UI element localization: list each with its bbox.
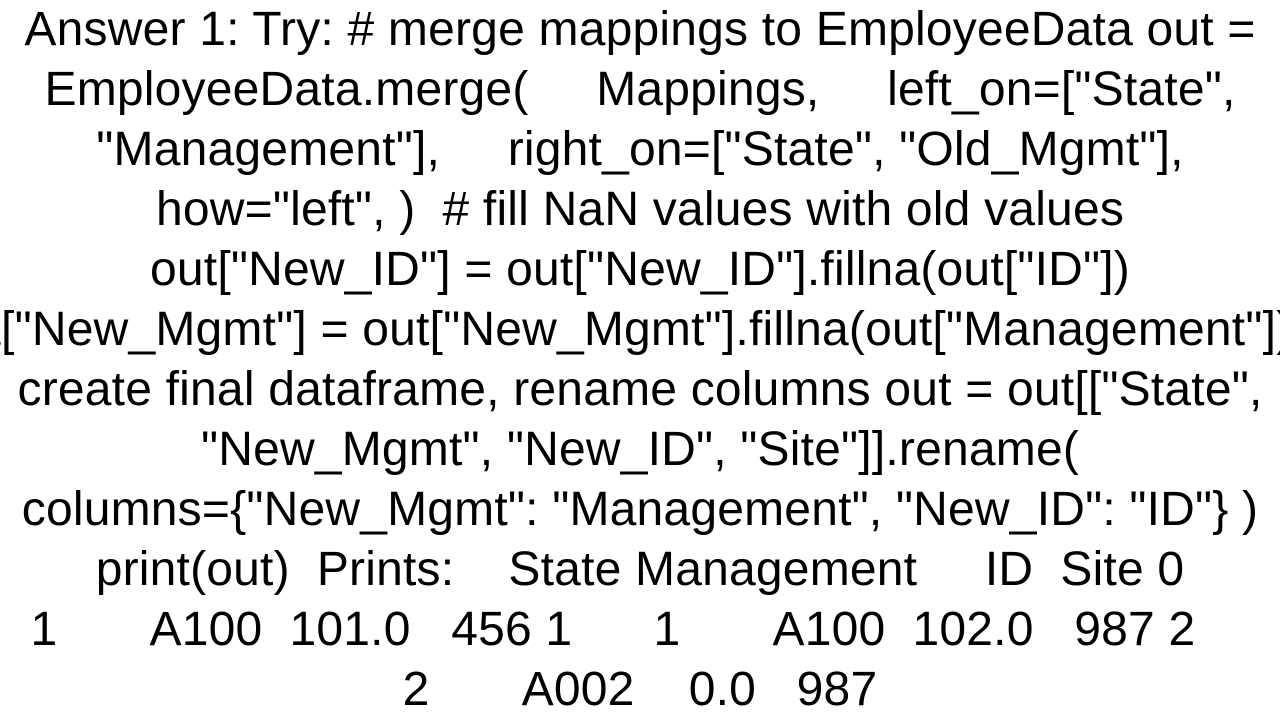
text-line: create final dataframe, rename columns o… [0,360,1280,420]
text-line: columns={"New_Mgmt": "Management", "New_… [0,480,1280,540]
text-line: how="left", ) # fill NaN values with old… [0,180,1280,240]
text-line: out["New_ID"] = out["New_ID"].fillna(out… [0,240,1280,300]
answer-text-block: Answer 1: Try: # merge mappings to Emplo… [0,0,1280,720]
answer-body: Answer 1: Try: # merge mappings to Emplo… [0,0,1280,720]
text-line: 1 A100 101.0 456 1 1 A100 102.0 987 2 [0,600,1280,660]
text-line: "Management"], right_on=["State", "Old_M… [0,120,1280,180]
text-line: Answer 1: Try: # merge mappings to Emplo… [0,0,1280,60]
text-line: out["New_Mgmt"] = out["New_Mgmt"].fillna… [0,300,1280,360]
text-line: EmployeeData.merge( Mappings, left_on=["… [0,60,1280,120]
text-line: 2 A002 0.0 987 [0,660,1280,720]
text-line: "New_Mgmt", "New_ID", "Site"]].rename( [0,420,1280,480]
text-line: print(out) Prints: State Management ID S… [0,540,1280,600]
